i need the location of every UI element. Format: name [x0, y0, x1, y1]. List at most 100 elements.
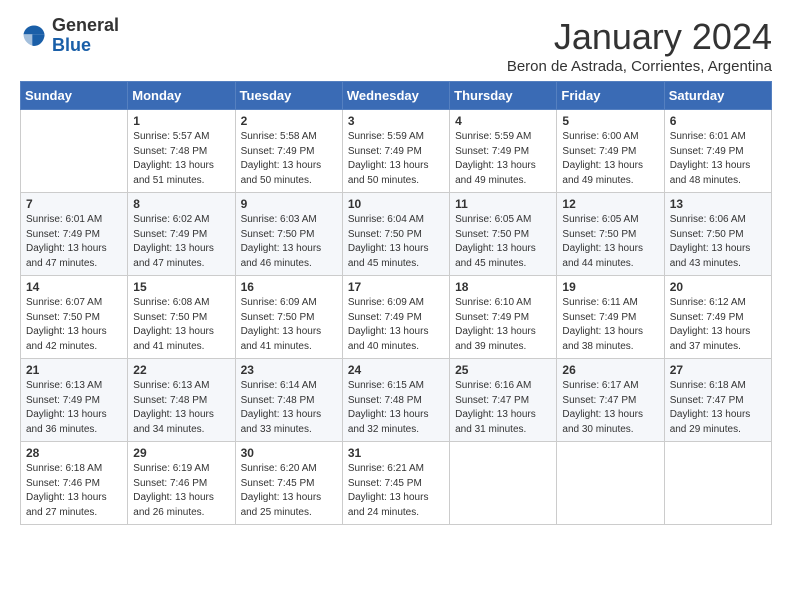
header-wednesday: Wednesday	[342, 82, 449, 110]
day-number-11: 11	[455, 197, 551, 211]
month-title: January 2024	[507, 16, 772, 58]
calendar-cell-w5-d3: 30 Sunrise: 6:20 AM Sunset: 7:45 PM Dayli…	[235, 442, 342, 525]
day-number-26: 26	[562, 363, 658, 377]
day-number-15: 15	[133, 280, 229, 294]
day-number-28: 28	[26, 446, 122, 460]
day-number-10: 10	[348, 197, 444, 211]
day-number-30: 30	[241, 446, 337, 460]
day-info-8: Sunrise: 6:02 AM Sunset: 7:49 PM Dayligh…	[133, 213, 229, 271]
header-thursday: Thursday	[450, 82, 557, 110]
calendar-table: Sunday Monday Tuesday Wednesday Thursday…	[20, 81, 772, 525]
day-info-6: Sunrise: 6:01 AM Sunset: 7:49 PM Dayligh…	[670, 130, 766, 188]
location-subtitle: Beron de Astrada, Corrientes, Argentina	[507, 58, 772, 75]
day-info-24: Sunrise: 6:15 AM Sunset: 7:48 PM Dayligh…	[348, 379, 444, 437]
header-tuesday: Tuesday	[235, 82, 342, 110]
logo-general-text: General	[52, 16, 119, 36]
header-saturday: Saturday	[664, 82, 771, 110]
calendar-header-row: Sunday Monday Tuesday Wednesday Thursday…	[21, 82, 772, 110]
day-info-4: Sunrise: 5:59 AM Sunset: 7:49 PM Dayligh…	[455, 130, 551, 188]
day-info-29: Sunrise: 6:19 AM Sunset: 7:46 PM Dayligh…	[133, 462, 229, 520]
calendar-cell-w5-d2: 29 Sunrise: 6:19 AM Sunset: 7:46 PM Dayli…	[128, 442, 235, 525]
day-number-25: 25	[455, 363, 551, 377]
calendar-cell-w4-d1: 21Sunrise: 6:13 AM Sunset: 7:49 PM Dayli…	[21, 359, 128, 442]
day-info-10: Sunrise: 6:04 AM Sunset: 7:50 PM Dayligh…	[348, 213, 444, 271]
day-number-23: 23	[241, 363, 337, 377]
day-number-4: 4	[455, 114, 551, 128]
calendar-cell-w1-d7: 6 Sunrise: 6:01 AM Sunset: 7:49 PM Daylig…	[664, 110, 771, 193]
header-friday: Friday	[557, 82, 664, 110]
day-number-27: 27	[670, 363, 766, 377]
calendar-week-5: 28 Sunrise: 6:18 AM Sunset: 7:46 PM Dayli…	[21, 442, 772, 525]
day-info-5: Sunrise: 6:00 AM Sunset: 7:49 PM Dayligh…	[562, 130, 658, 188]
day-number-21: 21	[26, 363, 122, 377]
day-info-3: Sunrise: 5:59 AM Sunset: 7:49 PM Dayligh…	[348, 130, 444, 188]
day-number-12: 12	[562, 197, 658, 211]
calendar-cell-w3-d3: 16Sunrise: 6:09 AM Sunset: 7:50 PM Dayli…	[235, 276, 342, 359]
calendar-cell-w4-d3: 23 Sunrise: 6:14 AM Sunset: 7:48 PM Dayli…	[235, 359, 342, 442]
day-number-9: 9	[241, 197, 337, 211]
day-info-1: Sunrise: 5:57 AM Sunset: 7:48 PM Dayligh…	[133, 130, 229, 188]
calendar-cell-w3-d1: 14 Sunrise: 6:07 AM Sunset: 7:50 PM Dayli…	[21, 276, 128, 359]
day-info-20: Sunrise: 6:12 AM Sunset: 7:49 PM Dayligh…	[670, 296, 766, 354]
day-number-29: 29	[133, 446, 229, 460]
calendar-cell-w4-d4: 24Sunrise: 6:15 AM Sunset: 7:48 PM Dayli…	[342, 359, 449, 442]
day-info-2: Sunrise: 5:58 AM Sunset: 7:49 PM Dayligh…	[241, 130, 337, 188]
calendar-cell-w3-d4: 17 Sunrise: 6:09 AM Sunset: 7:49 PM Dayli…	[342, 276, 449, 359]
calendar-cell-w1-d4: 3 Sunrise: 5:59 AM Sunset: 7:49 PM Daylig…	[342, 110, 449, 193]
day-info-28: Sunrise: 6:18 AM Sunset: 7:46 PM Dayligh…	[26, 462, 122, 520]
day-info-26: Sunrise: 6:17 AM Sunset: 7:47 PM Dayligh…	[562, 379, 658, 437]
calendar-cell-w4-d5: 25 Sunrise: 6:16 AM Sunset: 7:47 PM Dayli…	[450, 359, 557, 442]
calendar-cell-w3-d5: 18Sunrise: 6:10 AM Sunset: 7:49 PM Dayli…	[450, 276, 557, 359]
page-header: General Blue January 2024 Beron de Astra…	[20, 16, 772, 75]
day-number-18: 18	[455, 280, 551, 294]
logo-text: General Blue	[52, 16, 119, 56]
day-number-20: 20	[670, 280, 766, 294]
day-info-25: Sunrise: 6:16 AM Sunset: 7:47 PM Dayligh…	[455, 379, 551, 437]
calendar-week-1: 1 Sunrise: 5:57 AM Sunset: 7:48 PM Daylig…	[21, 110, 772, 193]
calendar-cell-w5-d5	[450, 442, 557, 525]
day-number-8: 8	[133, 197, 229, 211]
calendar-cell-w2-d5: 11Sunrise: 6:05 AM Sunset: 7:50 PM Dayli…	[450, 193, 557, 276]
day-number-3: 3	[348, 114, 444, 128]
day-info-23: Sunrise: 6:14 AM Sunset: 7:48 PM Dayligh…	[241, 379, 337, 437]
calendar-cell-w1-d2: 1 Sunrise: 5:57 AM Sunset: 7:48 PM Daylig…	[128, 110, 235, 193]
title-block: January 2024 Beron de Astrada, Corriente…	[507, 16, 772, 75]
calendar-cell-w5-d6	[557, 442, 664, 525]
calendar-cell-w5-d4: 31 Sunrise: 6:21 AM Sunset: 7:45 PM Dayli…	[342, 442, 449, 525]
calendar-cell-w3-d2: 15Sunrise: 6:08 AM Sunset: 7:50 PM Dayli…	[128, 276, 235, 359]
day-info-7: Sunrise: 6:01 AM Sunset: 7:49 PM Dayligh…	[26, 213, 122, 271]
calendar-cell-w1-d3: 2Sunrise: 5:58 AM Sunset: 7:49 PM Daylig…	[235, 110, 342, 193]
calendar-cell-w2-d7: 13Sunrise: 6:06 AM Sunset: 7:50 PM Dayli…	[664, 193, 771, 276]
day-info-14: Sunrise: 6:07 AM Sunset: 7:50 PM Dayligh…	[26, 296, 122, 354]
day-number-31: 31	[348, 446, 444, 460]
calendar-week-3: 14 Sunrise: 6:07 AM Sunset: 7:50 PM Dayli…	[21, 276, 772, 359]
day-info-17: Sunrise: 6:09 AM Sunset: 7:49 PM Dayligh…	[348, 296, 444, 354]
day-number-17: 17	[348, 280, 444, 294]
day-info-19: Sunrise: 6:11 AM Sunset: 7:49 PM Dayligh…	[562, 296, 658, 354]
day-info-12: Sunrise: 6:05 AM Sunset: 7:50 PM Dayligh…	[562, 213, 658, 271]
calendar-cell-w2-d4: 10 Sunrise: 6:04 AM Sunset: 7:50 PM Dayli…	[342, 193, 449, 276]
logo-icon	[20, 22, 48, 50]
day-info-16: Sunrise: 6:09 AM Sunset: 7:50 PM Dayligh…	[241, 296, 337, 354]
header-sunday: Sunday	[21, 82, 128, 110]
day-info-31: Sunrise: 6:21 AM Sunset: 7:45 PM Dayligh…	[348, 462, 444, 520]
calendar-cell-w4-d6: 26 Sunrise: 6:17 AM Sunset: 7:47 PM Dayli…	[557, 359, 664, 442]
logo-blue-text: Blue	[52, 36, 119, 56]
calendar-cell-w3-d6: 19Sunrise: 6:11 AM Sunset: 7:49 PM Dayli…	[557, 276, 664, 359]
calendar-cell-w1-d6: 5 Sunrise: 6:00 AM Sunset: 7:49 PM Daylig…	[557, 110, 664, 193]
calendar-cell-w2-d2: 8 Sunrise: 6:02 AM Sunset: 7:49 PM Daylig…	[128, 193, 235, 276]
day-number-6: 6	[670, 114, 766, 128]
day-number-5: 5	[562, 114, 658, 128]
calendar-cell-w2-d3: 9Sunrise: 6:03 AM Sunset: 7:50 PM Daylig…	[235, 193, 342, 276]
calendar-cell-w3-d7: 20 Sunrise: 6:12 AM Sunset: 7:49 PM Dayli…	[664, 276, 771, 359]
day-info-13: Sunrise: 6:06 AM Sunset: 7:50 PM Dayligh…	[670, 213, 766, 271]
day-number-7: 7	[26, 197, 122, 211]
calendar-cell-w1-d1	[21, 110, 128, 193]
calendar-cell-w5-d1: 28 Sunrise: 6:18 AM Sunset: 7:46 PM Dayli…	[21, 442, 128, 525]
calendar-cell-w5-d7	[664, 442, 771, 525]
day-number-22: 22	[133, 363, 229, 377]
day-number-14: 14	[26, 280, 122, 294]
day-number-1: 1	[133, 114, 229, 128]
calendar-week-4: 21Sunrise: 6:13 AM Sunset: 7:49 PM Dayli…	[21, 359, 772, 442]
day-info-30: Sunrise: 6:20 AM Sunset: 7:45 PM Dayligh…	[241, 462, 337, 520]
